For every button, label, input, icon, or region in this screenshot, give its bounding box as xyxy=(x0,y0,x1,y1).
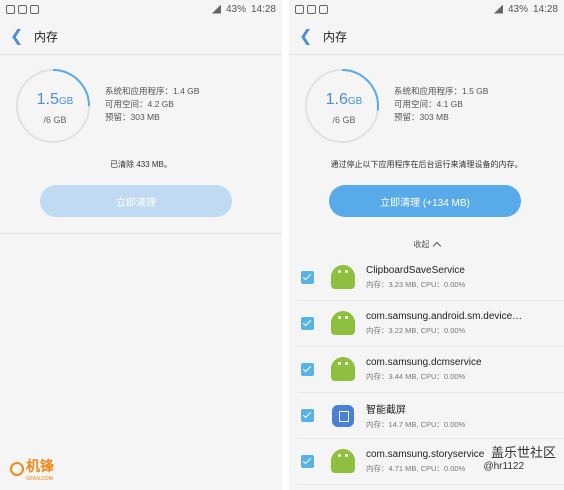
checkbox-checked[interactable] xyxy=(301,409,314,422)
notification-icon xyxy=(30,4,39,14)
status-bar: 43% 14:28 xyxy=(289,0,564,18)
process-usage: 内存：3.22 MB, CPU：0.00% xyxy=(366,326,466,335)
page-title: 内存 xyxy=(323,29,348,44)
notification-icon xyxy=(319,4,328,14)
checkbox-checked[interactable] xyxy=(301,317,314,330)
android-icon xyxy=(330,448,356,475)
memory-summary: 1.5GB /6 GB 系统和应用程序：1.4 GB 可用空间：4.2 GB 预… xyxy=(0,55,282,235)
process-name: com.samsung.android.sm.device… xyxy=(366,311,523,322)
chevron-up-icon xyxy=(432,241,441,250)
notification-icon xyxy=(6,4,15,14)
screen-divider xyxy=(282,0,289,490)
process-name: ClipboardSaveService xyxy=(366,265,465,276)
process-row[interactable]: com.samsung.android.sm.device… 内存：3.22 MB… xyxy=(297,301,564,347)
process-row[interactable]: com.samsung.dcmservice 内存：3.44 MB, CPU：0.… xyxy=(297,347,564,393)
memory-ring: 1.6GB /6 GB xyxy=(305,69,379,143)
process-name: com.samsung.dcmservice xyxy=(366,357,482,368)
notification-icon xyxy=(295,4,304,14)
process-usage: 内存：3.44 MB, CPU：0.00% xyxy=(366,372,466,381)
stat-reserved: 预留：303 MB xyxy=(105,112,160,122)
process-usage: 内存：4.71 MB, CPU：0.00% xyxy=(366,464,466,473)
user-watermark: @hr1122 xyxy=(483,461,524,472)
notification-icons xyxy=(6,4,39,14)
memory-ring: 1.5GB /6 GB xyxy=(16,69,90,143)
checkbox-checked[interactable] xyxy=(301,455,314,468)
stat-available: 可用空间：4.1 GB xyxy=(394,99,463,109)
memory-summary: 1.6GB /6 GB 系统和应用程序：1.5 GB 可用空间：4.1 GB 预… xyxy=(289,55,564,235)
notification-icon xyxy=(307,4,316,14)
checkbox-checked[interactable] xyxy=(301,363,314,376)
memory-used-unit: GB xyxy=(58,96,74,107)
signal-icon xyxy=(493,4,503,14)
memory-total: /6 GB xyxy=(43,115,67,125)
stat-available: 可用空间：4.2 GB xyxy=(105,99,174,109)
memory-used-value: 1.5 xyxy=(36,91,59,108)
process-row[interactable]: ClipboardSaveService 内存：3.23 MB, CPU：0.00… xyxy=(297,255,564,301)
app-bar: ❮ 内存 xyxy=(0,18,282,54)
instruction-message: 通过停止以下应用程序在后台运行来清理设备的内存。 xyxy=(330,160,523,169)
clean-now-button[interactable]: 立即清理 (+134 MB) xyxy=(329,185,521,217)
status-bar: 43% 14:28 xyxy=(0,0,282,18)
battery-level: 43% xyxy=(507,3,528,15)
app-bar: ❮ 内存 xyxy=(289,18,564,54)
stat-system-apps: 系统和应用程序：1.4 GB xyxy=(105,86,200,96)
gfan-logo-sub: GFAN.COM xyxy=(26,476,53,482)
stat-reserved: 预留：303 MB xyxy=(394,112,449,122)
battery-level: 43% xyxy=(225,3,246,15)
clock: 14:28 xyxy=(250,3,276,15)
process-name: com.samsung.storyservice xyxy=(366,449,485,460)
process-row[interactable]: 智能截屏内存：14.7 MB, CPU：0.00% xyxy=(297,393,564,439)
process-usage: 内存：14.7 MB, CPU：0.00% xyxy=(366,420,466,429)
memory-total: /6 GB xyxy=(332,115,356,125)
memory-stats: 系统和应用程序：1.5 GB 可用空间：4.1 GB 预留：303 MB xyxy=(394,85,488,124)
empty-area xyxy=(0,233,282,490)
memory-screen-right: 43% 14:28 ❮ 内存 1.6GB /6 GB 系统和应用程序：1.5 G… xyxy=(289,0,564,490)
process-usage: 内存：3.23 MB, CPU：0.00% xyxy=(366,280,466,289)
checkbox-checked[interactable] xyxy=(301,271,314,284)
collapse-label: 收起 xyxy=(413,239,430,249)
clock: 14:28 xyxy=(532,3,558,15)
page-title: 内存 xyxy=(34,29,59,44)
process-name: 智能截屏 xyxy=(366,405,406,416)
android-icon xyxy=(330,264,356,291)
clean-now-button[interactable]: 立即清理 xyxy=(40,185,232,217)
notification-icon xyxy=(18,4,27,14)
cleared-message: 已清除 433 MB。 xyxy=(110,160,172,169)
gfan-logo: 机锋 GFAN.COM xyxy=(10,456,54,482)
back-icon[interactable]: ❮ xyxy=(10,26,30,46)
collapse-toggle[interactable]: 收起 xyxy=(289,233,564,255)
memory-used-unit: GB xyxy=(347,96,363,107)
back-icon[interactable]: ❮ xyxy=(299,26,319,46)
signal-icon xyxy=(211,4,221,14)
notification-icons xyxy=(295,4,328,14)
stat-system-apps: 系统和应用程序：1.5 GB xyxy=(394,86,489,96)
android-icon xyxy=(330,310,356,337)
gfan-logo-text: 机锋 xyxy=(26,458,54,474)
gfan-logo-icon xyxy=(10,462,24,476)
android-icon xyxy=(330,356,356,383)
memory-used-value: 1.6 xyxy=(325,91,348,108)
memory-stats: 系统和应用程序：1.4 GB 可用空间：4.2 GB 预留：303 MB xyxy=(105,85,199,124)
community-watermark: 盖乐世社区 xyxy=(490,445,556,460)
memory-screen-left: 43% 14:28 ❮ 内存 1.5GB /6 GB 系统和应用程序：1.4 G… xyxy=(0,0,282,490)
smart-capture-icon xyxy=(330,403,356,429)
